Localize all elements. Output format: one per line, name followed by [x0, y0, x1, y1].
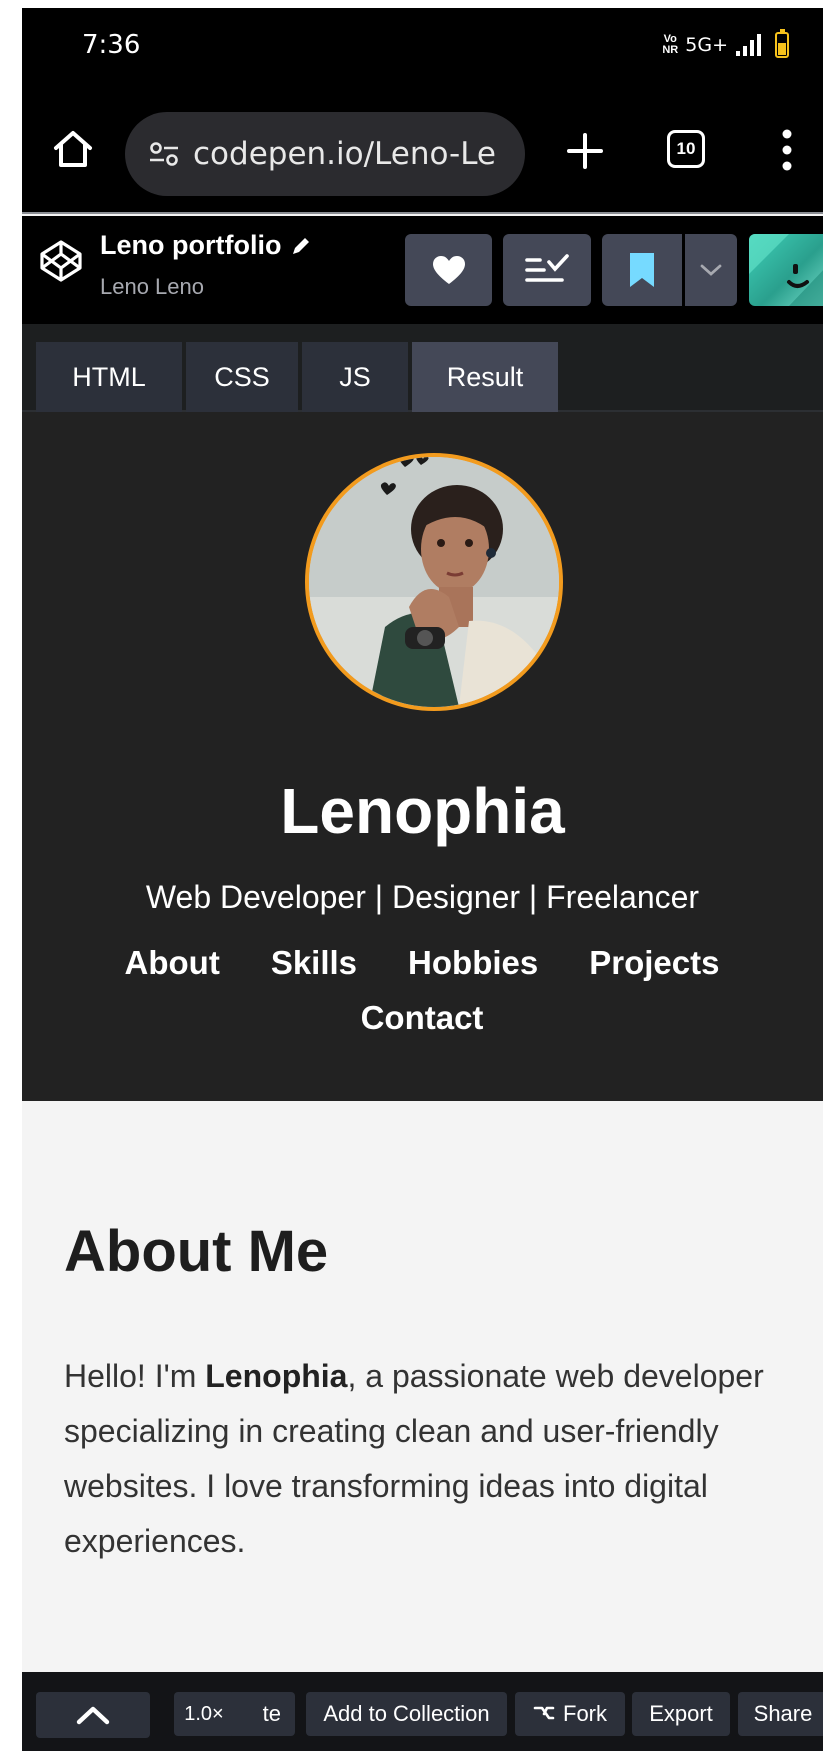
pen-header: Leno portfolio Leno Leno — [22, 216, 823, 324]
chevron-down-icon — [700, 264, 722, 276]
about-text-before: Hello! I'm — [64, 1358, 206, 1394]
export-button[interactable]: Export — [632, 1692, 730, 1736]
bookmark-button[interactable] — [602, 234, 682, 306]
battery-icon — [775, 29, 789, 58]
plus-icon[interactable] — [562, 128, 608, 174]
status-time: 7:36 — [82, 30, 141, 60]
volte-bottom: NR — [662, 44, 679, 56]
pen-title-row: Leno portfolio — [100, 230, 313, 261]
hero-name: Lenophia — [280, 775, 565, 847]
home-icon[interactable] — [50, 126, 96, 172]
codepen-logo-icon[interactable] — [38, 238, 84, 284]
hero-nav: About Skills Hobbies Projects Contact — [112, 942, 732, 1038]
editor-tabs: HTML CSS JS Result — [22, 324, 823, 412]
result-preview: Lenophia Web Developer | Designer | Free… — [22, 412, 823, 1672]
fork-label: Fork — [563, 1701, 607, 1726]
phone-screen: 7:36 Vo NR 5G+ codepen.io/Leno-Le 10 Len… — [22, 8, 823, 1751]
heart-icon — [432, 256, 465, 284]
network-type: 5G+ — [685, 34, 728, 56]
views-list-icon — [525, 254, 569, 282]
add-to-collection-button[interactable]: Add to Collection — [306, 1692, 507, 1736]
tab-count: 10 — [676, 139, 696, 158]
about-title: About Me — [64, 1219, 329, 1284]
user-avatar[interactable] — [749, 234, 823, 306]
portfolio-hero: Lenophia Web Developer | Designer | Free… — [22, 412, 823, 1101]
tab-html[interactable]: HTML — [36, 342, 182, 412]
nav-link-about[interactable]: About — [125, 942, 220, 983]
collapse-button[interactable] — [36, 1692, 150, 1738]
site-settings-icon[interactable] — [147, 137, 181, 171]
about-text-name: Lenophia — [205, 1358, 348, 1394]
profile-photo — [305, 453, 563, 711]
nav-link-skills[interactable]: Skills — [271, 942, 357, 983]
like-button[interactable] — [405, 234, 492, 306]
more-vert-icon[interactable] — [777, 128, 797, 172]
chevron-up-icon — [76, 1706, 110, 1725]
signal-icon — [736, 34, 761, 56]
volte-icon: Vo NR — [661, 34, 679, 56]
bookmark-dropdown[interactable] — [685, 234, 737, 306]
fork-icon — [533, 1706, 555, 1720]
tab-css[interactable]: CSS — [186, 342, 298, 412]
tabs-icon[interactable]: 10 — [667, 130, 705, 168]
tab-result[interactable]: Result — [412, 342, 558, 412]
pen-title[interactable]: Leno portfolio — [100, 230, 281, 261]
nav-link-hobbies[interactable]: Hobbies — [408, 942, 538, 983]
status-icons: Vo NR 5G+ — [661, 29, 789, 58]
bookmark-icon — [630, 253, 654, 287]
pen-bottom-bar: te 1.0× Add to Collection Fork Export Sh… — [22, 1672, 823, 1751]
zoom-indicator[interactable]: 1.0× — [174, 1692, 234, 1736]
status-bar: 7:36 Vo NR 5G+ — [22, 8, 823, 92]
delete-label: te — [262, 1701, 281, 1726]
address-bar[interactable]: codepen.io/Leno-Le — [125, 112, 525, 196]
nav-link-contact[interactable]: Contact — [361, 997, 484, 1038]
url-text[interactable]: codepen.io/Leno-Le — [193, 136, 496, 172]
pen-author[interactable]: Leno Leno — [100, 274, 204, 300]
pencil-icon[interactable] — [289, 234, 313, 258]
tab-js[interactable]: JS — [302, 342, 408, 412]
about-text: Hello! I'm Lenophia, a passionate web de… — [64, 1349, 812, 1569]
nav-link-projects[interactable]: Projects — [589, 942, 719, 983]
views-button[interactable] — [503, 234, 591, 306]
share-button[interactable]: Share — [738, 1692, 823, 1736]
hero-subtitle: Web Developer | Designer | Freelancer — [145, 879, 700, 915]
fork-button[interactable]: Fork — [515, 1692, 625, 1736]
browser-toolbar: codepen.io/Leno-Le 10 — [22, 92, 823, 214]
